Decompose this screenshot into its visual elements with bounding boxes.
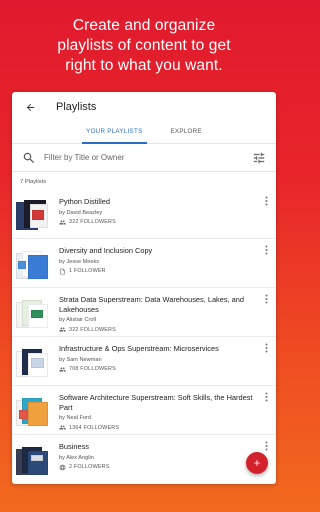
playlist-thumbnail	[16, 443, 50, 477]
playlist-thumbnail	[16, 198, 50, 232]
more-vert-icon[interactable]	[262, 441, 270, 451]
follower-count: 1 FOLLOWER	[69, 268, 106, 274]
sort-filter-icon[interactable]	[252, 151, 266, 165]
tab-explore[interactable]: EXPLORE	[171, 122, 202, 143]
playlist-count: 7 Playlists	[20, 179, 47, 185]
follower-count: 1364 FOLLOWERS	[69, 424, 120, 431]
promo-line-2: playlists of content to get	[57, 37, 231, 54]
document-icon	[60, 268, 65, 274]
playlist-author: by Alex Anglin	[59, 454, 94, 461]
playlist-title: Infrastructure & Ops Superstream: Micros…	[59, 344, 219, 353]
playlist-row[interactable]: Python Distilled by David Beazley 322 FO…	[12, 190, 276, 239]
playlist-row[interactable]: Diversity and Inclusion Copy by Jesse Me…	[12, 239, 276, 288]
playlist-title: Python Distilled	[59, 197, 110, 206]
people-icon	[59, 425, 66, 430]
playlist-thumbnail	[16, 247, 50, 281]
back-arrow-icon[interactable]	[20, 97, 40, 117]
more-vert-icon[interactable]	[262, 343, 270, 353]
playlist-row[interactable]: Strata Data Superstream: Data Warehouses…	[12, 288, 276, 337]
playlist-author: by David Beazley	[59, 209, 103, 216]
more-vert-icon[interactable]	[262, 245, 270, 255]
playlist-list: Python Distilled by David Beazley 322 FO…	[12, 190, 276, 484]
tab-bar: YOUR PLAYLISTS EXPLORE	[12, 122, 276, 144]
plus-icon	[254, 460, 260, 466]
more-vert-icon[interactable]	[262, 392, 270, 402]
more-vert-icon[interactable]	[262, 294, 270, 304]
app-bar: Playlists	[12, 92, 276, 122]
playlist-title: Software Architecture Superstream: Soft …	[59, 393, 253, 412]
more-vert-icon[interactable]	[262, 196, 270, 206]
filter-bar: Filter by Title or Owner	[12, 144, 276, 172]
follower-count: 322 FOLLOWERS	[69, 326, 116, 333]
people-icon	[59, 366, 66, 372]
promo-headline: Create and organize playlists of content…	[0, 16, 288, 76]
playlist-author: by Sam Newman	[59, 356, 102, 363]
add-playlist-button[interactable]	[246, 452, 268, 474]
follower-count: 708 FOLLOWERS	[69, 366, 116, 372]
promo-line-3: right to what you want.	[65, 57, 223, 74]
playlist-title: Strata Data Superstream: Data Warehouses…	[59, 295, 244, 314]
follower-count: 322 FOLLOWERS	[69, 219, 116, 225]
playlist-row[interactable]: Infrastructure & Ops Superstream: Micros…	[12, 337, 276, 386]
tab-your-playlists[interactable]: YOUR PLAYLISTS	[82, 122, 147, 144]
playlist-title: Business	[59, 442, 89, 451]
playlist-thumbnail	[16, 394, 50, 428]
playlist-author: by Jesse Meeks	[59, 258, 100, 265]
playlist-row[interactable]: Software Architecture Superstream: Soft …	[12, 386, 276, 435]
follower-count: 2 FOLLOWERS	[69, 464, 110, 470]
playlist-thumbnail	[16, 296, 50, 330]
playlist-row[interactable]: Business by Alex Anglin 2 FOLLOWERS	[12, 435, 276, 484]
playlist-thumbnail	[16, 345, 50, 379]
globe-icon	[59, 464, 66, 470]
playlist-author: by Neal Ford	[59, 415, 92, 421]
phone-screen: Playlists YOUR PLAYLISTS EXPLORE Filter …	[12, 92, 276, 484]
filter-input[interactable]: Filter by Title or Owner	[44, 153, 252, 162]
promo-line-1: Create and organize	[72, 17, 216, 34]
playlist-title: Diversity and Inclusion Copy	[59, 246, 153, 255]
playlist-author: by Alistair Croll	[59, 317, 96, 323]
people-icon	[59, 219, 66, 225]
page-title: Playlists	[56, 101, 97, 113]
people-icon	[59, 327, 66, 332]
search-icon	[23, 152, 34, 163]
